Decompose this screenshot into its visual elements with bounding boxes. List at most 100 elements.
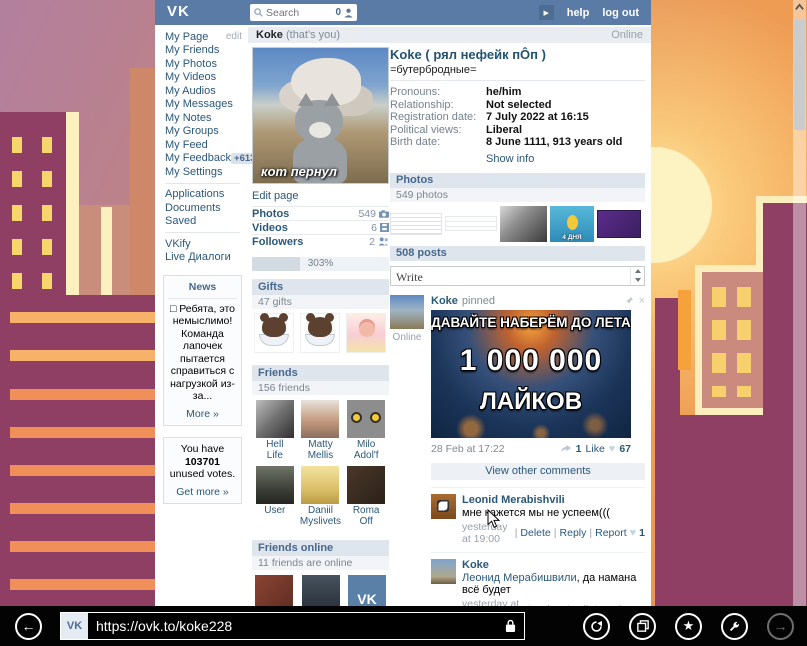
- friend-card[interactable]: HellLife: [254, 400, 296, 461]
- get-more-votes-link[interactable]: Get more »: [168, 486, 237, 499]
- photo-thumbnail[interactable]: [597, 210, 641, 238]
- sidebar-item-saved[interactable]: Saved: [165, 215, 196, 227]
- friend-card[interactable]: DaniilMyslivets: [300, 466, 342, 527]
- heart-icon[interactable]: ♥: [630, 527, 637, 539]
- sidebar: My Page edit My Friends My Photos My Vide…: [155, 30, 248, 606]
- sidebar-item-my-photos[interactable]: My Photos: [165, 58, 217, 70]
- search-box[interactable]: 0: [250, 4, 357, 21]
- profile-avatar[interactable]: кот пернул: [252, 47, 389, 184]
- gift-item[interactable]: [300, 313, 340, 353]
- friend-card[interactable]: RomaOff: [345, 466, 387, 527]
- delete-comment-link[interactable]: Delete: [520, 527, 550, 539]
- sidebar-item-documents[interactable]: Documents: [165, 202, 221, 214]
- avatar[interactable]: [255, 575, 293, 606]
- friend-card[interactable]: VKVechnyyOnline: [347, 575, 387, 606]
- friend-card[interactable]: MattyMellis: [300, 400, 342, 461]
- sidebar-item-my-feedback[interactable]: My Feedback: [165, 152, 231, 164]
- view-other-comments-button[interactable]: View other comments: [431, 463, 645, 480]
- avatar[interactable]: [301, 466, 339, 504]
- close-post-icon[interactable]: ×: [639, 295, 645, 307]
- browser-back-button[interactable]: ←: [15, 613, 42, 640]
- avatar[interactable]: [256, 466, 294, 504]
- friend-card[interactable]: AleksandrBorodach: [299, 575, 343, 606]
- help-link[interactable]: help: [567, 7, 590, 19]
- vk-page: VK 0 ▶ help log out Koke (that's you) On…: [155, 0, 651, 606]
- gift-item[interactable]: [346, 313, 386, 353]
- write-post-input[interactable]: Write: [390, 266, 645, 286]
- commenter-name-link[interactable]: Koke: [462, 559, 489, 571]
- repost-icon[interactable]: [560, 444, 572, 453]
- friend-card[interactable]: SergeyBelyakov: [254, 575, 295, 606]
- avatar[interactable]: [347, 400, 385, 438]
- commenter-avatar[interactable]: [431, 494, 456, 519]
- sidebar-item-my-messages[interactable]: My Messages: [165, 98, 233, 110]
- sidebar-item-live-dialogs[interactable]: Live Диалоги: [165, 251, 231, 263]
- sidebar-item-my-feed[interactable]: My Feed: [165, 139, 208, 151]
- post-author-avatar[interactable]: [390, 295, 424, 329]
- browser-tools-button[interactable]: [721, 613, 748, 640]
- friends-online-header[interactable]: Friends online: [252, 541, 389, 556]
- stat-row-photos[interactable]: Photos 549: [252, 206, 389, 220]
- sidebar-item-my-settings[interactable]: My Settings: [165, 166, 222, 178]
- vk-logo-avatar[interactable]: VK: [348, 575, 386, 606]
- friend-requests-count[interactable]: 0: [335, 7, 341, 18]
- repost-count[interactable]: 1: [576, 443, 582, 455]
- logout-link[interactable]: log out: [602, 7, 639, 19]
- sidebar-item-vkify[interactable]: VKify: [165, 238, 191, 250]
- heart-icon[interactable]: ♥: [609, 443, 616, 455]
- friends-header[interactable]: Friends: [252, 366, 389, 381]
- sidebar-item-my-notes[interactable]: My Notes: [165, 112, 211, 124]
- pin-icon[interactable]: [625, 296, 634, 305]
- post-date-link[interactable]: 28 Feb at 17:22: [431, 443, 505, 455]
- avatar[interactable]: [256, 400, 294, 438]
- avatar[interactable]: [347, 466, 385, 504]
- gift-item[interactable]: [254, 313, 294, 353]
- gifts-header[interactable]: Gifts: [252, 280, 389, 295]
- url-field[interactable]: https://ovk.to/koke228: [88, 613, 524, 639]
- news-box: News □ Ребята, это немыслимо! Команда ла…: [163, 275, 242, 426]
- like-button[interactable]: Like: [586, 443, 605, 455]
- photos-header[interactable]: Photos: [390, 173, 645, 188]
- browser-forward-button[interactable]: →: [767, 613, 794, 640]
- post-author-link[interactable]: Koke: [431, 295, 458, 307]
- photo-thumbnail[interactable]: 4 ДНЯ: [550, 206, 594, 242]
- commenter-name-link[interactable]: Leonid Merabishvili: [462, 494, 565, 506]
- like-count[interactable]: 67: [619, 443, 631, 455]
- photo-thumbnail[interactable]: [390, 213, 442, 235]
- vk-logo[interactable]: VK: [167, 3, 190, 20]
- sidebar-item-my-videos[interactable]: My Videos: [165, 71, 216, 83]
- sidebar-item-my-page[interactable]: My Page: [165, 31, 208, 43]
- edit-link[interactable]: edit: [226, 31, 242, 42]
- photo-thumbnail[interactable]: [500, 206, 547, 242]
- show-info-link[interactable]: Show info: [486, 153, 534, 165]
- reply-comment-link[interactable]: Reply: [560, 527, 587, 539]
- browser-favorites-button[interactable]: ★: [675, 613, 702, 640]
- page-scrollbar-thumb[interactable]: [794, 20, 805, 130]
- search-input[interactable]: [266, 7, 324, 19]
- profile-status[interactable]: =бутербродные=: [390, 64, 645, 76]
- scroll-spinner[interactable]: [630, 267, 644, 285]
- sidebar-item-applications[interactable]: Applications: [165, 188, 224, 200]
- scroll-up-icon[interactable]: [795, 3, 804, 12]
- sidebar-item-my-audios[interactable]: My Audios: [165, 85, 216, 97]
- friend-card[interactable]: MiloAdol'f: [345, 400, 387, 461]
- avatar[interactable]: [302, 575, 340, 606]
- friend-card[interactable]: User: [254, 466, 296, 527]
- sidebar-item-my-friends[interactable]: My Friends: [165, 44, 219, 56]
- mention-link[interactable]: Леонид Мерабишвили: [462, 572, 577, 584]
- sidebar-item-my-groups[interactable]: My Groups: [165, 125, 219, 137]
- commenter-avatar[interactable]: [431, 559, 456, 584]
- stat-row-followers[interactable]: Followers 2: [252, 234, 389, 248]
- report-comment-link[interactable]: Report: [595, 527, 627, 539]
- stat-row-videos[interactable]: Videos 6: [252, 220, 389, 234]
- browser-tabs-button[interactable]: [629, 613, 656, 640]
- browser-refresh-button[interactable]: [583, 613, 610, 640]
- photo-thumbnail[interactable]: [445, 216, 497, 231]
- news-more-link[interactable]: More »: [168, 408, 237, 421]
- edit-page-link[interactable]: Edit page: [252, 190, 389, 202]
- address-bar[interactable]: VK https://ovk.to/koke228: [60, 612, 525, 640]
- post-image-meme[interactable]: ДАВАЙТЕ НАБЕРЁМ ДО ЛЕТА 1 000 000 ЛАЙКОВ: [431, 310, 631, 438]
- comment-like-count[interactable]: 1: [639, 527, 645, 539]
- audio-player-button[interactable]: ▶: [539, 5, 554, 20]
- avatar[interactable]: [301, 400, 339, 438]
